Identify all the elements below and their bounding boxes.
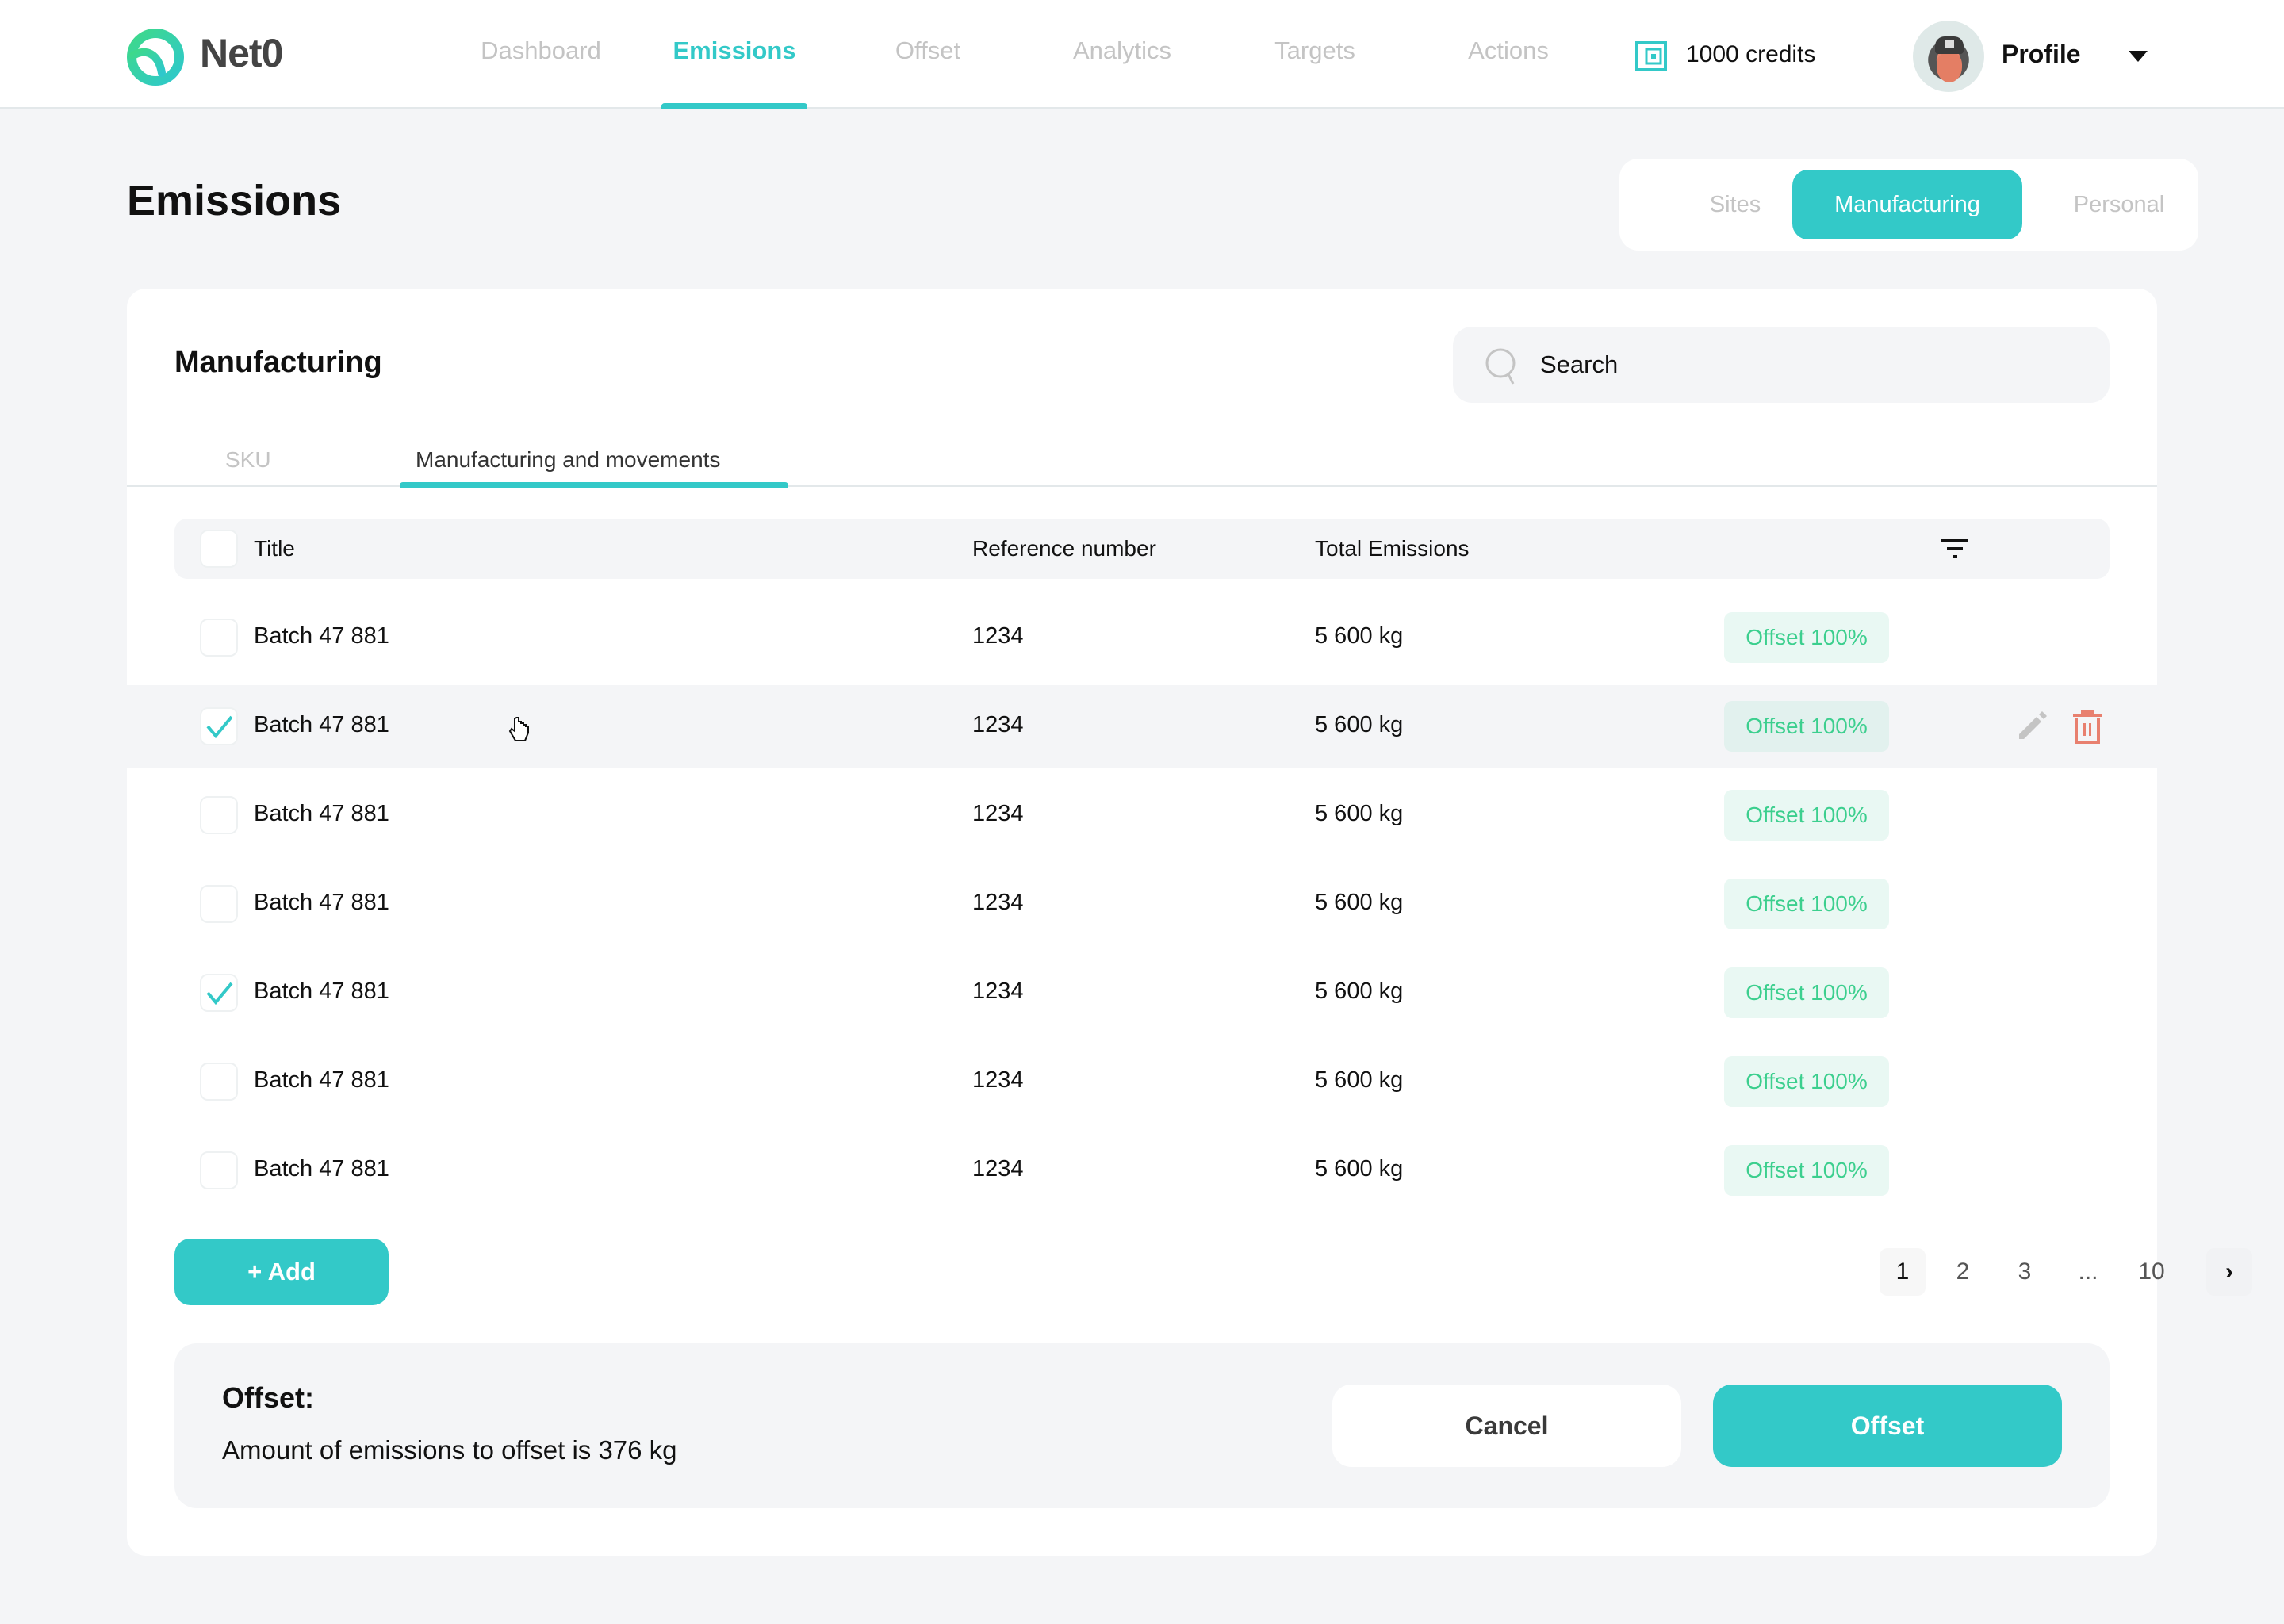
trash-icon[interactable] xyxy=(2071,709,2103,744)
offset-title: Offset: xyxy=(222,1381,314,1414)
page-ellipsis: ... xyxy=(2078,1258,2098,1285)
row-checkbox[interactable] xyxy=(200,885,238,923)
row-checkbox[interactable] xyxy=(200,974,238,1012)
nav-emissions[interactable]: Emissions xyxy=(673,36,795,65)
row-reference: 1234 xyxy=(972,623,1024,649)
category-segmented-control: Sites Manufacturing Personal xyxy=(1619,159,2198,251)
filter-icon[interactable] xyxy=(1940,536,1970,561)
segment-sites[interactable]: Sites xyxy=(1664,170,1807,239)
manufacturing-card: Manufacturing SKU Manufacturing and move… xyxy=(127,289,2252,1556)
row-emissions: 5 600 kg xyxy=(1315,623,1404,649)
avatar-face xyxy=(1937,52,1962,82)
row-emissions: 5 600 kg xyxy=(1315,890,1404,915)
column-reference[interactable]: Reference number xyxy=(972,536,1156,561)
row-checkbox[interactable] xyxy=(200,796,238,834)
row-reference: 1234 xyxy=(972,890,1024,915)
page-title: Emissions xyxy=(127,177,342,224)
segment-manufacturing[interactable]: Manufacturing xyxy=(1792,170,2022,239)
row-reference: 1234 xyxy=(972,1067,1024,1093)
profile-label[interactable]: Profile xyxy=(2002,40,2081,69)
avatar[interactable] xyxy=(1913,21,1984,92)
nav-targets[interactable]: Targets xyxy=(1274,36,1355,65)
search-input[interactable] xyxy=(1540,343,2079,387)
offset-button[interactable]: Offset xyxy=(1713,1385,2062,1467)
row-title: Batch 47 881 xyxy=(254,1156,389,1182)
select-all-checkbox[interactable] xyxy=(200,530,238,568)
status-badge: Offset 100% xyxy=(1724,879,1889,929)
cancel-button[interactable]: Cancel xyxy=(1332,1385,1681,1467)
row-title: Batch 47 881 xyxy=(254,623,389,649)
row-reference: 1234 xyxy=(972,801,1024,826)
caret-down-icon[interactable] xyxy=(2129,51,2148,62)
page-2[interactable]: 2 xyxy=(1940,1248,1986,1296)
add-button[interactable]: + Add xyxy=(174,1239,389,1305)
status-badge: Offset 100% xyxy=(1724,701,1889,752)
credits-balance[interactable]: 1000 credits xyxy=(1686,41,1815,68)
status-badge: Offset 100% xyxy=(1724,1145,1889,1196)
page-3[interactable]: 3 xyxy=(2002,1248,2048,1296)
chevron-right-icon[interactable]: › xyxy=(2206,1248,2252,1296)
column-total-emissions[interactable]: Total Emissions xyxy=(1315,536,1470,561)
search-icon xyxy=(1485,348,1516,385)
offset-summary-panel: Offset: Amount of emissions to offset is… xyxy=(174,1343,2110,1508)
card-title: Manufacturing xyxy=(174,346,382,379)
table-header: Title Reference number Total Emissions xyxy=(174,519,2110,579)
table-row[interactable]: Batch 47 881 1234 5 600 kg Offset 100% xyxy=(127,774,2157,856)
row-title: Batch 47 881 xyxy=(254,801,389,826)
row-reference: 1234 xyxy=(972,1156,1024,1182)
table-row[interactable]: Batch 47 881 1234 5 600 kg Offset 100% xyxy=(127,952,2157,1034)
nav-actions[interactable]: Actions xyxy=(1468,36,1549,65)
status-badge: Offset 100% xyxy=(1724,967,1889,1018)
row-title: Batch 47 881 xyxy=(254,890,389,915)
row-emissions: 5 600 kg xyxy=(1315,979,1404,1004)
avatar-cap-logo xyxy=(1945,40,1954,48)
row-title: Batch 47 881 xyxy=(254,1067,389,1093)
search-box[interactable] xyxy=(1453,327,2110,403)
row-reference: 1234 xyxy=(972,979,1024,1004)
row-emissions: 5 600 kg xyxy=(1315,1156,1404,1182)
pencil-icon[interactable] xyxy=(2016,710,2048,742)
nav-active-indicator xyxy=(661,103,807,109)
nav-analytics[interactable]: Analytics xyxy=(1073,36,1171,65)
net0-logo-icon[interactable] xyxy=(125,27,186,87)
segment-personal[interactable]: Personal xyxy=(2040,170,2198,239)
status-badge: Offset 100% xyxy=(1724,1056,1889,1107)
page-1[interactable]: 1 xyxy=(1880,1248,1926,1296)
offset-description: Amount of emissions to offset is 376 kg xyxy=(222,1435,677,1465)
top-navbar: Net0 Dashboard Emissions Offset Analytic… xyxy=(0,0,2284,109)
tab-manufacturing-movements[interactable]: Manufacturing and movements xyxy=(416,447,720,473)
row-title: Batch 47 881 xyxy=(254,712,389,737)
check-icon xyxy=(206,982,233,1005)
nav-offset[interactable]: Offset xyxy=(895,36,960,65)
status-badge: Offset 100% xyxy=(1724,790,1889,841)
table-row[interactable]: Batch 47 881 1234 5 600 kg Offset 100% xyxy=(127,1040,2157,1123)
subtab-active-indicator xyxy=(400,482,788,488)
row-emissions: 5 600 kg xyxy=(1315,801,1404,826)
table-row[interactable]: Batch 47 881 1234 5 600 kg Offset 100% xyxy=(127,1129,2157,1212)
brand-name: Net0 xyxy=(200,31,283,75)
table-row[interactable]: Batch 47 881 1234 5 600 kg Offset 100% xyxy=(127,685,2157,768)
row-checkbox[interactable] xyxy=(200,619,238,657)
row-title: Batch 47 881 xyxy=(254,979,389,1004)
check-icon xyxy=(206,715,233,739)
hand-cursor-icon xyxy=(508,717,529,741)
wallet-icon xyxy=(1635,41,1667,71)
column-title[interactable]: Title xyxy=(254,536,295,561)
row-reference: 1234 xyxy=(972,712,1024,737)
row-checkbox[interactable] xyxy=(200,1063,238,1101)
nav-dashboard[interactable]: Dashboard xyxy=(481,36,601,65)
row-checkbox[interactable] xyxy=(200,707,238,745)
row-checkbox[interactable] xyxy=(200,1151,238,1189)
row-emissions: 5 600 kg xyxy=(1315,712,1404,737)
status-badge: Offset 100% xyxy=(1724,612,1889,663)
tab-sku[interactable]: SKU xyxy=(225,447,271,473)
table-row[interactable]: Batch 47 881 1234 5 600 kg Offset 100% xyxy=(127,596,2157,679)
table-row[interactable]: Batch 47 881 1234 5 600 kg Offset 100% xyxy=(127,863,2157,945)
page-10[interactable]: 10 xyxy=(2129,1248,2175,1296)
row-emissions: 5 600 kg xyxy=(1315,1067,1404,1093)
subtabs: SKU Manufacturing and movements xyxy=(127,441,2157,488)
